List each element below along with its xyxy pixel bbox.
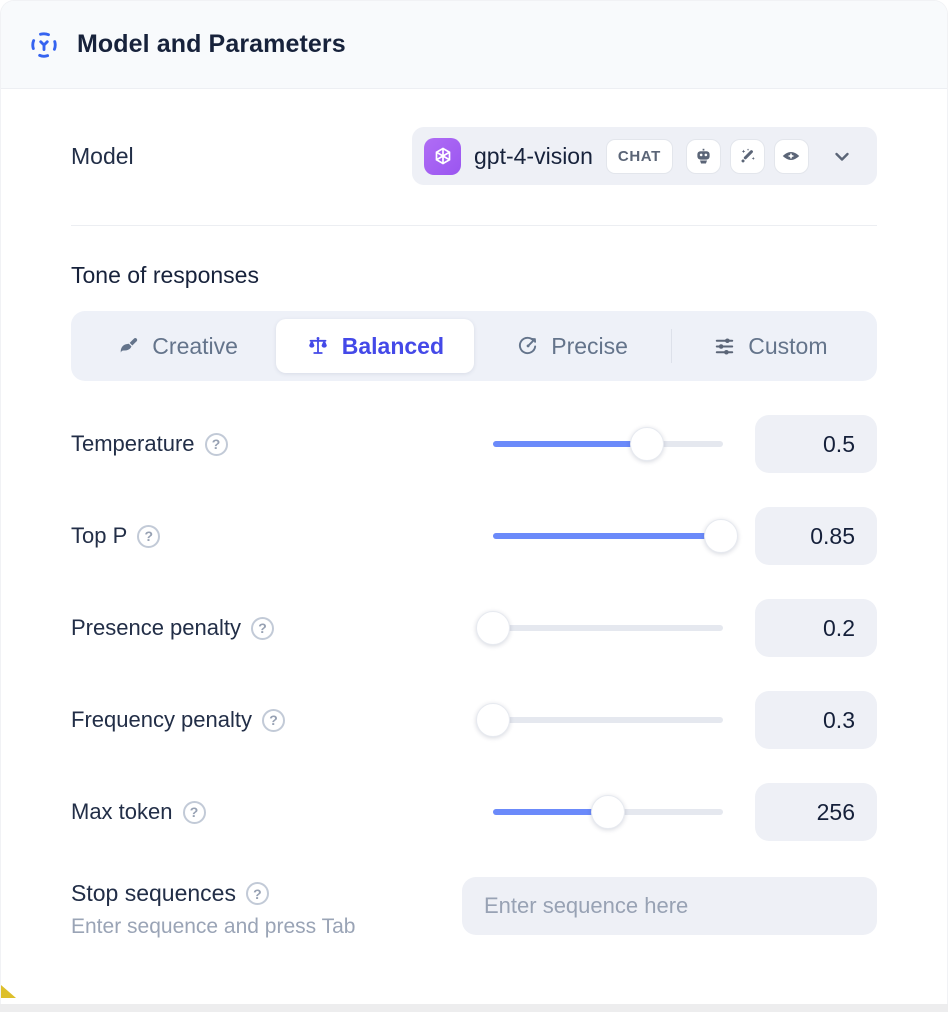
balance-scale-icon [306, 334, 330, 358]
model-parameters-panel: Model and Parameters Model gpt-4-vision … [0, 0, 948, 1004]
top-p-value[interactable]: 0.85 [755, 507, 877, 565]
magic-wand-icon [730, 139, 765, 174]
max-token-label: Max token ? [71, 799, 206, 825]
sliders-icon [713, 335, 736, 358]
help-icon[interactable]: ? [246, 882, 269, 905]
frequency-penalty-slider[interactable] [493, 703, 723, 737]
background-bottom-strip [0, 1004, 948, 1012]
tone-option-precise[interactable]: Precise [474, 319, 671, 373]
max-token-slider[interactable] [493, 795, 723, 829]
slider-thumb[interactable] [704, 519, 738, 553]
slider-thumb[interactable] [591, 795, 625, 829]
slider-thumb[interactable] [476, 611, 510, 645]
presence-penalty-row: Presence penalty ? 0.2 [71, 599, 877, 657]
panel-title: Model and Parameters [77, 30, 346, 59]
tone-option-creative[interactable]: Creative [79, 319, 276, 373]
model-label: Model [71, 143, 134, 170]
stop-sequences-label: Stop sequences ? [71, 880, 355, 907]
selected-model-name: gpt-4-vision [474, 143, 593, 170]
section-divider [71, 225, 877, 226]
stop-sequence-input[interactable] [462, 877, 877, 935]
openai-logo [424, 138, 461, 175]
max-token-value[interactable]: 256 [755, 783, 877, 841]
model-type-badge: CHAT [606, 139, 673, 174]
target-dart-icon [516, 335, 539, 358]
presence-penalty-value[interactable]: 0.2 [755, 599, 877, 657]
tone-segmented-control: Creative Balanced [71, 311, 877, 381]
slider-thumb[interactable] [630, 427, 664, 461]
temperature-row: Temperature ? 0.5 [71, 415, 877, 473]
temperature-label: Temperature ? [71, 431, 228, 457]
tone-option-label: Precise [551, 333, 628, 360]
background-corner-decoration [1, 985, 16, 998]
help-icon[interactable]: ? [137, 525, 160, 548]
frequency-penalty-label: Frequency penalty ? [71, 707, 285, 733]
top-p-label: Top P ? [71, 523, 160, 549]
stop-sequences-labels: Stop sequences ? Enter sequence and pres… [71, 877, 355, 939]
tone-option-custom[interactable]: Custom [672, 319, 869, 373]
max-token-row: Max token ? 256 [71, 783, 877, 841]
help-icon[interactable]: ? [183, 801, 206, 824]
temperature-value[interactable]: 0.5 [755, 415, 877, 473]
slider-thumb[interactable] [476, 703, 510, 737]
frequency-penalty-value[interactable]: 0.3 [755, 691, 877, 749]
presence-penalty-label: Presence penalty ? [71, 615, 274, 641]
panel-header: Model and Parameters [1, 1, 947, 89]
tone-option-label: Balanced [342, 333, 444, 360]
stop-sequences-row: Stop sequences ? Enter sequence and pres… [71, 877, 877, 939]
model-select-dropdown[interactable]: gpt-4-vision CHAT [412, 127, 877, 185]
top-p-slider[interactable] [493, 519, 723, 553]
model-row: Model gpt-4-vision CHAT [71, 127, 877, 185]
help-icon[interactable]: ? [251, 617, 274, 640]
tone-option-label: Creative [152, 333, 238, 360]
paintbrush-icon [117, 335, 140, 358]
chevron-down-icon [830, 144, 854, 168]
tone-option-balanced[interactable]: Balanced [276, 319, 473, 373]
robot-icon [686, 139, 721, 174]
vision-eye-icon [774, 139, 809, 174]
stop-sequences-hint: Enter sequence and press Tab [71, 915, 355, 939]
presence-penalty-slider[interactable] [493, 611, 723, 645]
tone-section-title: Tone of responses [71, 262, 877, 289]
help-icon[interactable]: ? [262, 709, 285, 732]
tone-option-label: Custom [748, 333, 827, 360]
help-icon[interactable]: ? [205, 433, 228, 456]
model-hub-icon [29, 30, 59, 60]
temperature-slider[interactable] [493, 427, 723, 461]
frequency-penalty-row: Frequency penalty ? 0.3 [71, 691, 877, 749]
top-p-row: Top P ? 0.85 [71, 507, 877, 565]
